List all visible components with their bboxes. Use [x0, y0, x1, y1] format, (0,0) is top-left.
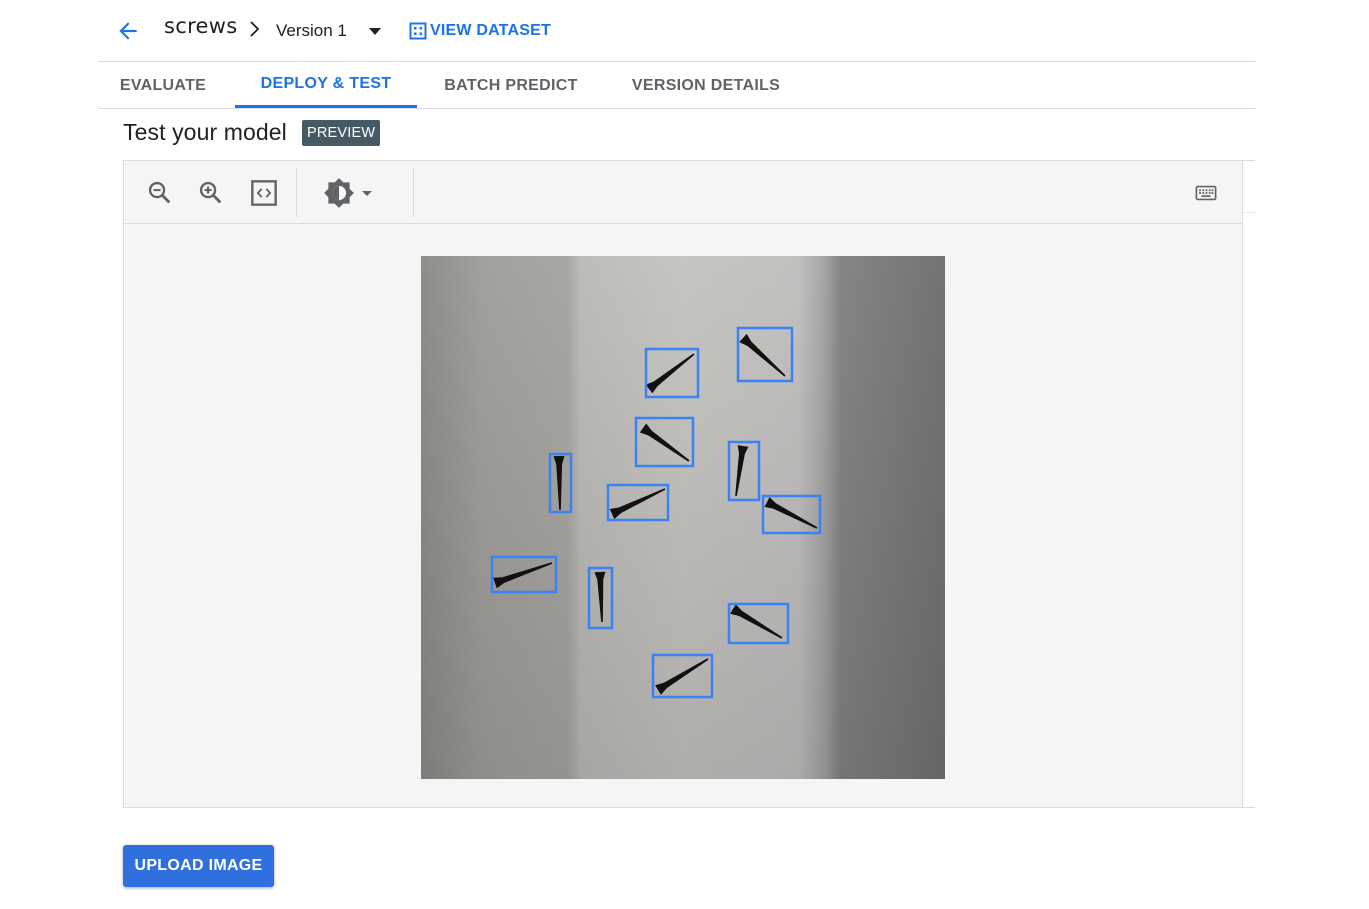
tab-evaluate[interactable]: EVALUATE [98, 63, 228, 108]
breadcrumb-dataset[interactable]: screws [164, 14, 238, 38]
preview-badge: PREVIEW [302, 120, 381, 146]
arrow-back-icon [119, 22, 137, 40]
chevron-right-icon [250, 21, 260, 37]
tab-batch-predict[interactable]: BATCH PREDICT [431, 63, 591, 108]
tab-version-details[interactable]: VERSION DETAILS [612, 63, 800, 108]
toolbar-separator [296, 168, 297, 217]
brightness-menu-button[interactable] [316, 175, 380, 211]
test-image [421, 256, 945, 779]
caret-down-icon [368, 27, 381, 35]
viewer-border [1243, 160, 1255, 161]
keyboard-icon [1195, 185, 1217, 201]
image-shading [421, 256, 945, 779]
keyboard-shortcuts-button[interactable] [1188, 175, 1224, 211]
zoom-in-button[interactable] [193, 175, 229, 211]
zoom-in-icon [199, 181, 222, 204]
viewer-border [1243, 212, 1255, 213]
zoom-out-button[interactable] [142, 175, 178, 211]
upload-image-button[interactable]: UPLOAD IMAGE [123, 845, 274, 887]
toolbar-divider [124, 223, 1242, 224]
version-label: Version 1 [276, 21, 347, 40]
view-dataset-button[interactable]: VIEW DATASET [408, 18, 551, 44]
back-button[interactable] [112, 15, 144, 47]
tab-deploy-and-test[interactable]: DEPLOY & TEST [235, 63, 417, 108]
version-select[interactable]: Version 1 [276, 18, 381, 44]
dataset-grid-icon [409, 22, 427, 40]
view-dataset-label: VIEW DATASET [430, 22, 551, 39]
toolbar-separator [413, 168, 414, 217]
brightness-icon [324, 178, 354, 208]
page-title: Test your model [123, 119, 287, 145]
viewer-border [1243, 807, 1255, 808]
header-divider [98, 61, 1255, 62]
fit-to-screen-icon [251, 180, 277, 206]
fit-to-screen-button[interactable] [246, 175, 282, 211]
zoom-out-icon [148, 181, 171, 204]
caret-down-icon [362, 191, 372, 196]
tabs-divider [98, 108, 1255, 109]
